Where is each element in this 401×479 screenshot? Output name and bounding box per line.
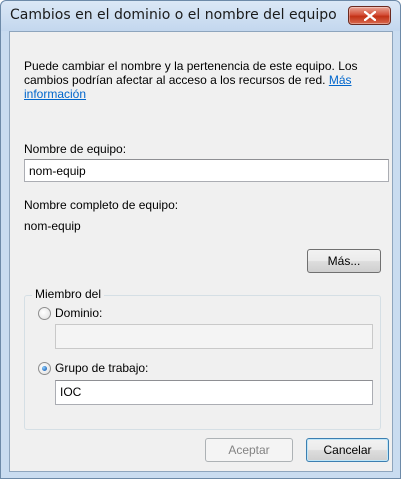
dialog-body: Puede cambiar el nombre y la pertenencia…: [9, 31, 393, 472]
description-text: Puede cambiar el nombre y la pertenencia…: [24, 59, 358, 87]
ok-button[interactable]: Aceptar: [205, 438, 293, 462]
workgroup-label[interactable]: Grupo de trabajo:: [55, 361, 148, 375]
domain-input[interactable]: [55, 324, 373, 349]
title-bar[interactable]: Cambios en el dominio o el nombre del eq…: [1, 1, 400, 31]
workgroup-input[interactable]: IOC: [55, 380, 373, 405]
domain-label[interactable]: Dominio:: [55, 306, 102, 320]
description: Puede cambiar el nombre y la pertenencia…: [24, 59, 388, 101]
more-button[interactable]: Más...: [307, 249, 381, 273]
computer-name-input[interactable]: nom-equip: [24, 159, 389, 182]
full-computer-name-value: nom-equip: [24, 219, 81, 233]
close-icon: [364, 11, 376, 21]
cancel-button[interactable]: Cancelar: [306, 438, 389, 462]
dialog-title: Cambios en el dominio o el nombre del eq…: [10, 7, 337, 23]
full-computer-name-label: Nombre completo de equipo:: [24, 198, 179, 212]
computer-name-label: Nombre de equipo:: [24, 142, 127, 156]
close-button[interactable]: [348, 6, 391, 25]
member-of-legend: Miembro del: [32, 287, 105, 301]
domain-radio[interactable]: [38, 307, 51, 320]
dialog-window: Cambios en el dominio o el nombre del eq…: [0, 0, 401, 479]
workgroup-radio[interactable]: [38, 362, 51, 375]
